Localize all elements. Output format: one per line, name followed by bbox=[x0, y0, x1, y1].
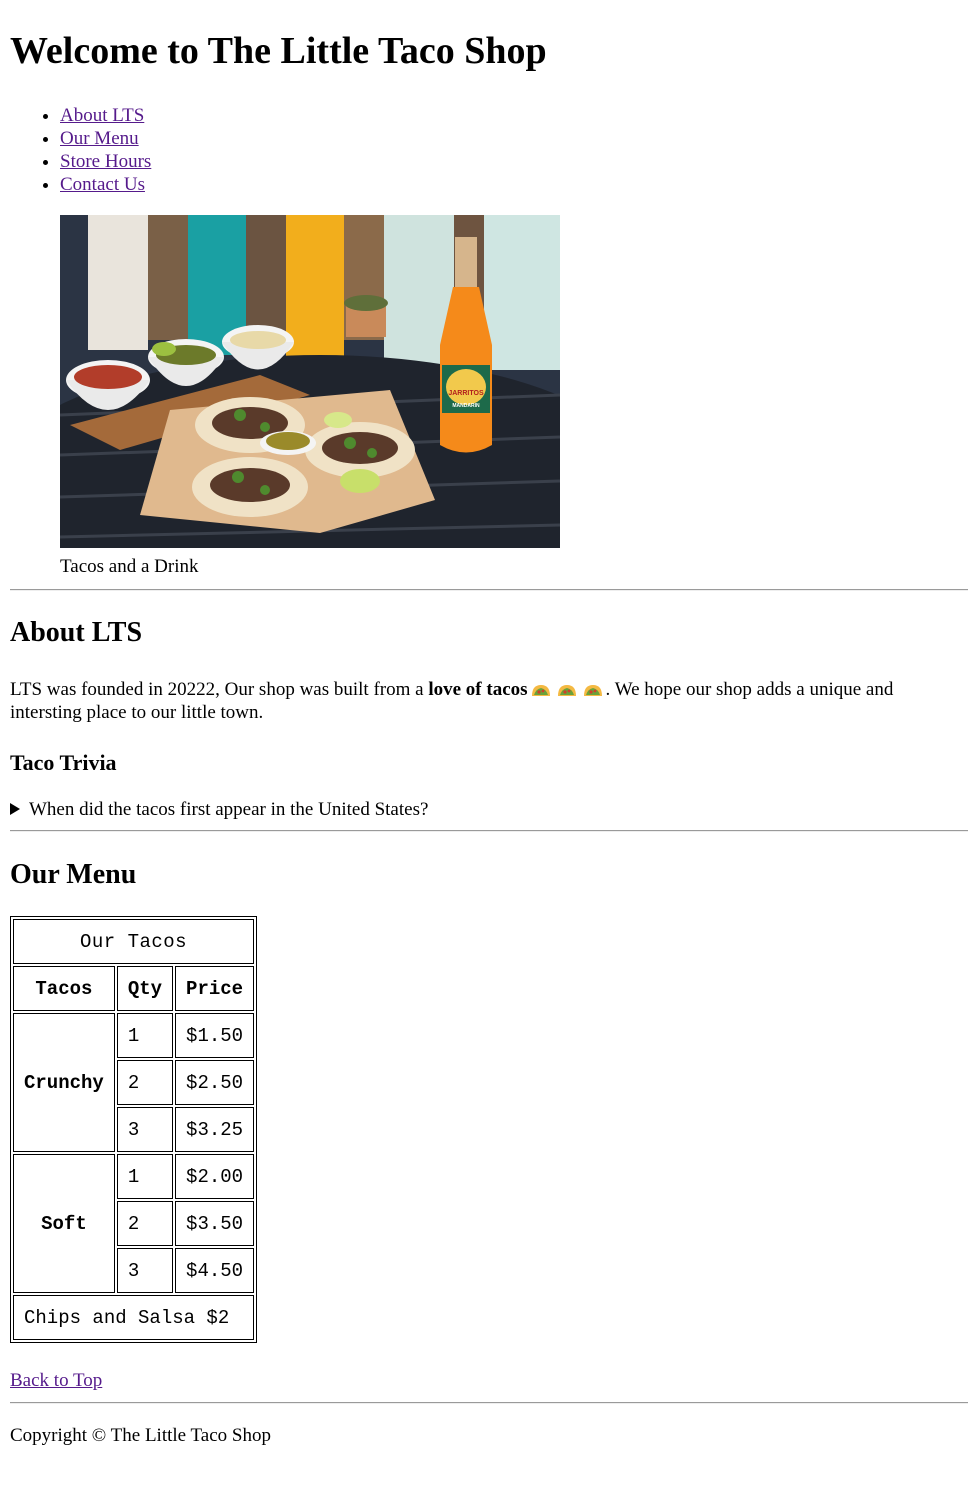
qty-cell: 1 bbox=[116, 1013, 174, 1058]
nav-link-contact[interactable]: Contact Us bbox=[60, 174, 145, 195]
table-caption-row: Our Tacos bbox=[13, 919, 255, 964]
table-caption: Our Tacos bbox=[13, 919, 255, 964]
trivia-question-toggle[interactable]: When did the tacos first appear in the U… bbox=[10, 798, 968, 821]
photo-caption: Tacos and a Drink bbox=[60, 556, 199, 577]
nav-item-contact: Contact Us bbox=[60, 173, 968, 196]
group-soft: Soft bbox=[13, 1154, 115, 1293]
trivia-question: When did the tacos first appear in the U… bbox=[29, 799, 429, 820]
price-cell: $4.50 bbox=[175, 1248, 255, 1293]
table-row: Crunchy 1 $1.50 bbox=[13, 1013, 255, 1152]
disclosure-triangle-icon bbox=[10, 803, 20, 815]
nav-link-about[interactable]: About LTS bbox=[60, 105, 144, 126]
about-text-before: LTS was founded in 20222, Our shop was b… bbox=[10, 679, 429, 700]
nav-item-menu: Our Menu bbox=[60, 127, 968, 150]
header-qty: Qty bbox=[116, 966, 174, 1011]
copyright-text: Copyright © The Little Taco Shop bbox=[10, 1425, 271, 1446]
about-heading: About LTS bbox=[10, 617, 143, 648]
price-cell: $1.50 bbox=[175, 1013, 255, 1058]
bottle-flavor-text: MANDARIN bbox=[452, 403, 480, 409]
qty-cell: 3 bbox=[116, 1248, 174, 1293]
menu-table: Our Tacos Tacos Qty Price Crunchy 1 $1.5… bbox=[10, 916, 258, 1343]
nav-item-hours: Store Hours bbox=[60, 150, 968, 173]
group-crunchy: Crunchy bbox=[13, 1013, 115, 1152]
price-cell: $3.50 bbox=[175, 1201, 255, 1246]
menu-heading: Our Menu bbox=[10, 859, 137, 890]
about-paragraph: LTS was founded in 20222, Our shop was b… bbox=[10, 678, 950, 724]
taco-icon bbox=[531, 685, 550, 696]
qty-cell: 3 bbox=[116, 1107, 174, 1152]
table-footer: Chips and Salsa $2 bbox=[13, 1295, 255, 1340]
price-cell: $3.25 bbox=[175, 1107, 255, 1152]
back-to-top-link[interactable]: Back to Top bbox=[10, 1369, 102, 1392]
qty-cell: 2 bbox=[116, 1060, 174, 1105]
nav-list: About LTS Our Menu Store Hours Contact U… bbox=[10, 104, 968, 196]
header-price: Price bbox=[175, 966, 255, 1011]
qty-cell: 2 bbox=[116, 1201, 174, 1246]
table-footer-row: Chips and Salsa $2 bbox=[13, 1295, 255, 1340]
about-text-bold: love of tacos bbox=[428, 679, 528, 700]
nav-item-about: About LTS bbox=[60, 104, 968, 127]
trivia-heading: Taco Trivia bbox=[10, 750, 117, 775]
nav-link-menu[interactable]: Our Menu bbox=[60, 128, 139, 149]
qty-cell: 1 bbox=[116, 1154, 174, 1199]
trivia-details: When did the tacos first appear in the U… bbox=[10, 798, 968, 821]
taco-icon bbox=[557, 685, 576, 696]
divider bbox=[10, 830, 968, 832]
divider bbox=[10, 1402, 968, 1404]
price-cell: $2.50 bbox=[175, 1060, 255, 1105]
header-tacos: Tacos bbox=[13, 966, 115, 1011]
price-cell: $2.00 bbox=[175, 1154, 255, 1199]
tacos-photo: JARRITOS MANDARIN bbox=[60, 215, 560, 548]
bottle-brand-text: JARRITOS bbox=[448, 390, 484, 397]
taco-icon bbox=[583, 685, 602, 696]
photo-figure: JARRITOS MANDARIN Tacos and a Drink bbox=[60, 215, 968, 578]
divider bbox=[10, 589, 968, 591]
table-header-row: Tacos Qty Price bbox=[13, 966, 255, 1011]
table-row: Soft 1 $2.00 bbox=[13, 1154, 255, 1293]
page-title: Welcome to The Little Taco Shop bbox=[10, 30, 547, 72]
nav-link-hours[interactable]: Store Hours bbox=[60, 151, 151, 172]
